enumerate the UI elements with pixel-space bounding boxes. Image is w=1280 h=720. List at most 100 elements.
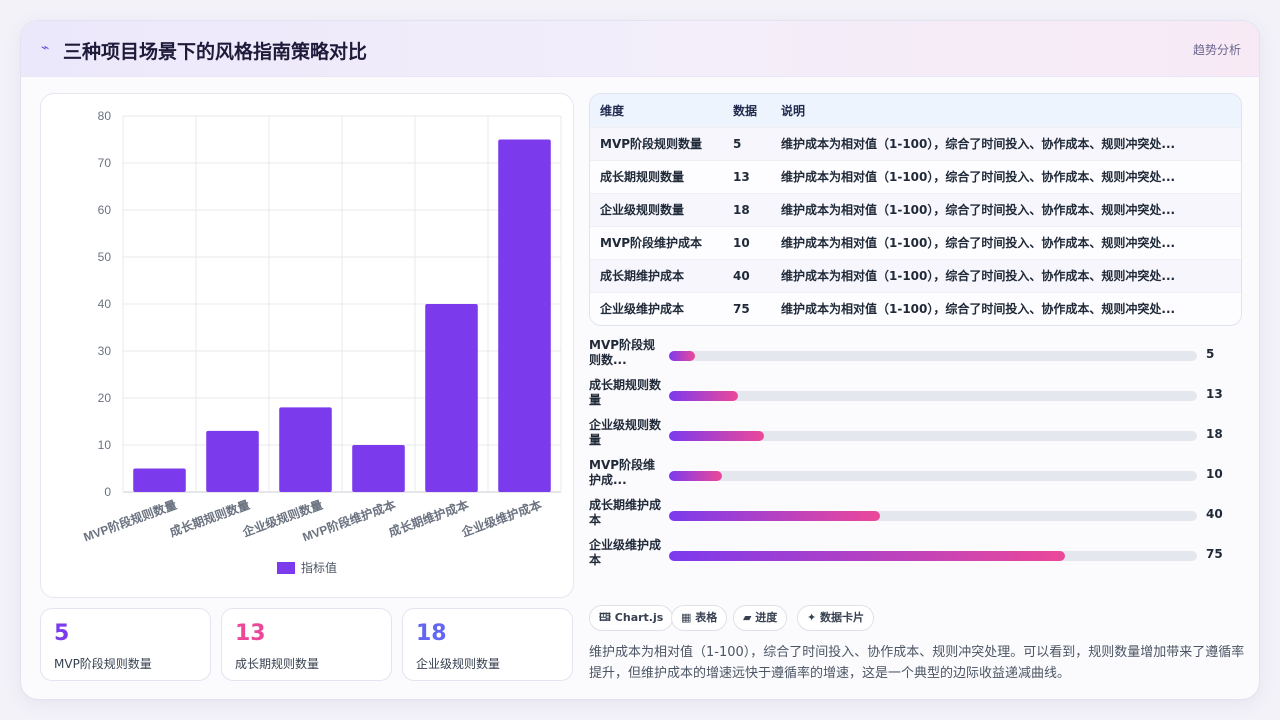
y-tick-label: 70: [98, 156, 112, 170]
progress-fill: [669, 391, 738, 401]
dashboard-card: ⌁ 三种项目场景下的风格指南策略对比 趋势分析 0 10 20 30 40 50 60 70 8…: [20, 20, 1260, 700]
progress-label: 成长期维护成本: [589, 498, 662, 527]
progress-track: [669, 391, 1197, 401]
table-cell: MVP阶段维护成本: [590, 225, 723, 259]
data-table: 维度 数据 说明 MVP阶段规则数量 5 维护成本为相对值（1-100），综合了…: [589, 93, 1242, 326]
table-cell: 75: [723, 291, 771, 325]
column-header: 维度: [600, 103, 625, 118]
kpi-label: 企业级规则数量: [416, 657, 501, 671]
y-tick-label: 50: [98, 250, 112, 264]
kpi-value: 5: [54, 621, 70, 646]
progress-value: 75: [1206, 547, 1223, 561]
progress-fill: [669, 511, 881, 521]
table-cell: 企业级维护成本: [590, 291, 723, 325]
bar-chart-panel: 0 10 20 30 40 50 60 70 80 MVP阶段规则数量 成长期规则数量 企业级规则数量…: [40, 93, 574, 598]
progress-label: 成长期规则数量: [589, 378, 662, 407]
progress-row: MVP阶段规则数... 5: [589, 336, 1249, 376]
page-title: 三种项目场景下的风格指南策略对比: [63, 41, 368, 63]
progress-row: 成长期规则数量 13: [589, 376, 1249, 416]
table-row: 企业级规则数量 18 维护成本为相对值（1-100），综合了时间投入、协作成本、…: [590, 192, 1241, 226]
bar: [498, 139, 551, 492]
table-cell: 成长期维护成本: [590, 258, 723, 292]
table-row: 企业级维护成本 75 维护成本为相对值（1-100），综合了时间投入、协作成本、…: [590, 291, 1241, 325]
bar: [279, 407, 332, 492]
bar: [206, 430, 259, 492]
x-tick-label: MVP阶段规则数量: [81, 497, 178, 545]
kpi-card: 13 成长期规则数量: [221, 608, 392, 681]
progress-track: [669, 471, 1197, 481]
progress-track: [669, 351, 1197, 361]
table-cell: 5: [723, 126, 771, 160]
table-cell: 维护成本为相对值（1-100），综合了时间投入、协作成本、规则冲突处...: [771, 192, 1241, 226]
progress-label: MVP阶段规则数...: [589, 338, 656, 367]
table-row: MVP阶段维护成本 10 维护成本为相对值（1-100），综合了时间投入、协作成…: [590, 225, 1241, 259]
kpi-value: 13: [235, 621, 266, 646]
progress-row: MVP阶段维护成... 10: [589, 456, 1249, 496]
progress-label: 企业级维护成本: [589, 538, 662, 567]
table-cell: 13: [723, 159, 771, 193]
chartjs-tag[interactable]: 🖽 Chart.js: [589, 605, 674, 631]
table-cell: 18: [723, 192, 771, 226]
legend-swatch: [277, 562, 295, 574]
bar: [352, 445, 405, 492]
table-row: MVP阶段规则数量 5 维护成本为相对值（1-100），综合了时间投入、协作成本…: [590, 126, 1241, 160]
table-cell: 维护成本为相对值（1-100），综合了时间投入、协作成本、规则冲突处...: [771, 225, 1241, 259]
progress-track: [669, 511, 1197, 521]
y-tick-label: 20: [98, 391, 112, 405]
progress-value: 10: [1206, 467, 1223, 481]
table-cell: 成长期规则数量: [590, 159, 723, 193]
progress-list: MVP阶段规则数... 5 成长期规则数量 13 企业级规则数量 18 MVP阶…: [589, 336, 1249, 576]
y-tick-label: 30: [98, 344, 112, 358]
table-cell: 维护成本为相对值（1-100），综合了时间投入、协作成本、规则冲突处...: [771, 258, 1241, 292]
progress-track: [669, 431, 1197, 441]
y-tick-label: 40: [98, 297, 112, 311]
kpi-label: 成长期规则数量: [235, 657, 320, 671]
description: 维护成本为相对值（1-100），综合了时间投入、协作成本、规则冲突处理。可以看到…: [589, 645, 1245, 681]
table-cell: 10: [723, 225, 771, 259]
progress-tag[interactable]: ▰ 进度: [733, 605, 788, 631]
progress-row: 企业级维护成本 75: [589, 536, 1249, 576]
progress-row: 企业级规则数量 18: [589, 416, 1249, 456]
pulse-icon: ⌁: [41, 40, 50, 56]
progress-value: 18: [1206, 427, 1223, 441]
x-tick-label: 成长期规则数量: [167, 497, 251, 540]
header: ⌁ 三种项目场景下的风格指南策略对比 趋势分析: [21, 21, 1259, 77]
column-header: 数据: [733, 103, 758, 118]
progress-track: [669, 551, 1197, 561]
progress-fill: [669, 351, 696, 361]
bar: [133, 468, 186, 492]
table-cell: 企业级规则数量: [590, 192, 723, 226]
kpi-value: 18: [416, 621, 447, 646]
x-tick-label: 企业级维护成本: [459, 497, 544, 540]
y-tick-label: 10: [98, 438, 112, 452]
progress-fill: [669, 471, 722, 481]
progress-value: 40: [1206, 507, 1223, 521]
y-tick-label: 0: [104, 485, 111, 499]
progress-value: 13: [1206, 387, 1223, 401]
trend-analysis-label: 趋势分析: [1192, 43, 1241, 57]
progress-row: 成长期维护成本 40: [589, 496, 1249, 536]
data-card-tag[interactable]: ✦ 数据卡片: [797, 605, 875, 631]
kpi-card: 5 MVP阶段规则数量: [40, 608, 211, 681]
table-tag[interactable]: ▦ 表格: [671, 605, 728, 631]
column-header: 说明: [781, 103, 806, 118]
progress-label: MVP阶段维护成...: [589, 458, 656, 487]
table-header-row: 维度 数据 说明: [590, 94, 1241, 127]
table-row: 成长期规则数量 13 维护成本为相对值（1-100），综合了时间投入、协作成本、…: [590, 159, 1241, 193]
legend-label: 指标值: [301, 560, 337, 575]
progress-fill: [669, 431, 765, 441]
table-cell: 维护成本为相对值（1-100），综合了时间投入、协作成本、规则冲突处...: [771, 159, 1241, 193]
kpi-card: 18 企业级规则数量: [402, 608, 573, 681]
y-tick-label: 60: [98, 203, 112, 217]
bar-chart: 01020304050607080MVP阶段规则数量成长期规则数量企业级规则数量…: [81, 109, 562, 575]
progress-value: 5: [1206, 347, 1215, 361]
table-cell: 40: [723, 258, 771, 292]
table-cell: 维护成本为相对值（1-100），综合了时间投入、协作成本、规则冲突处...: [771, 291, 1241, 325]
x-tick-label: 成长期维护成本: [386, 497, 470, 540]
table-cell: MVP阶段规则数量: [590, 126, 723, 160]
kpi-label: MVP阶段规则数量: [54, 657, 152, 671]
y-tick-label: 80: [98, 109, 112, 123]
table-cell: 维护成本为相对值（1-100），综合了时间投入、协作成本、规则冲突处...: [771, 126, 1241, 160]
bar: [425, 304, 478, 492]
table-row: 成长期维护成本 40 维护成本为相对值（1-100），综合了时间投入、协作成本、…: [590, 258, 1241, 292]
